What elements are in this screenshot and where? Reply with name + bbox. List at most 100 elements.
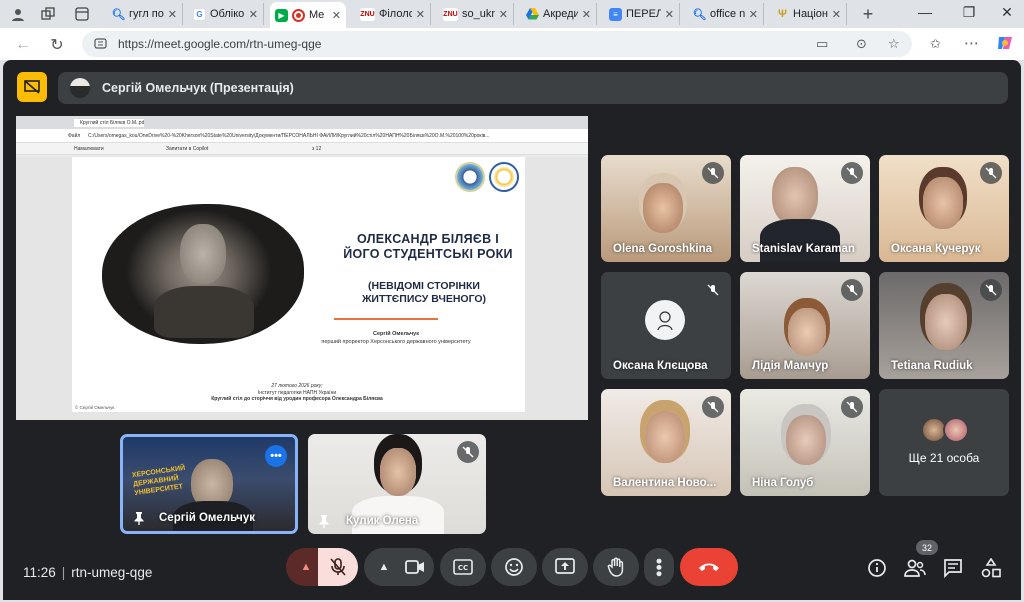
copilot-icon[interactable] xyxy=(996,34,1014,55)
close-icon[interactable]: ✕ xyxy=(249,8,258,21)
presenter-label: Сергій Омельчук (Презентація) xyxy=(102,81,294,95)
settings-more-icon[interactable]: ⋯ xyxy=(964,34,979,52)
university-banner: ХЕРСОНСЬКИЙ ДЕРЖАВНИЙ УНІВЕРСИТЕТ xyxy=(131,464,186,498)
leave-call-button[interactable] xyxy=(680,548,738,586)
present-now-button[interactable] xyxy=(542,548,588,586)
favorite-star-icon[interactable]: ☆ xyxy=(888,36,900,52)
activities-button[interactable] xyxy=(980,557,1002,579)
presenting-icon xyxy=(24,80,40,94)
close-icon[interactable]: ✕ xyxy=(416,8,425,21)
tab-list[interactable]: ≡ ПЕРЕЛІК ✕ xyxy=(604,3,680,25)
participant-tile[interactable]: Оксана Кучерук xyxy=(879,155,1009,262)
participant-name: Stanislav Karaman xyxy=(752,243,855,255)
close-icon[interactable]: ✕ xyxy=(665,8,674,21)
slide-subtitle: (НЕВІДОМІ СТОРІНКИ ЖИТТЄПИСУ ВЧЕНОГО) xyxy=(361,280,487,305)
pdf-page-count: з 12 xyxy=(312,146,322,152)
camera-in-use-icon[interactable]: ▭ xyxy=(816,36,828,52)
close-icon[interactable]: ✕ xyxy=(499,8,508,21)
avatar-drawing-icon xyxy=(657,311,673,331)
participant-tile[interactable]: Ніна Голуб xyxy=(740,389,870,496)
mic-off-icon xyxy=(841,396,863,418)
more-options-icon[interactable]: ••• xyxy=(265,445,287,467)
pdf-tab-title: Круглий стіл Біляєв О.М..pdf xyxy=(74,119,144,127)
minimize-icon[interactable]: — xyxy=(912,4,938,20)
tab-so-ukr[interactable]: ZNU so_ukr_ ✕ xyxy=(438,3,514,25)
close-window-icon[interactable]: ✕ xyxy=(994,4,1020,21)
participant-video xyxy=(380,448,416,496)
restore-icon[interactable]: ❐ xyxy=(956,4,982,21)
more-participants-label: Ще 21 особа xyxy=(908,451,980,465)
back-icon[interactable]: ← xyxy=(12,34,34,56)
url-text[interactable]: https://meet.google.com/rtn-umeg-qge xyxy=(118,37,321,51)
people-button[interactable] xyxy=(904,557,926,579)
extension-more-icon[interactable]: ⊙ xyxy=(856,36,867,52)
more-options-button[interactable]: ••• xyxy=(644,548,674,586)
tab-actions-icon[interactable] xyxy=(72,4,92,24)
captions-icon: CC xyxy=(453,559,473,575)
tab-title: so_ukr_ xyxy=(462,8,495,20)
close-icon[interactable]: ✕ xyxy=(332,9,341,22)
mic-off-icon xyxy=(980,279,1002,301)
participant-tile[interactable]: Olena Goroshkina xyxy=(601,155,731,262)
tab-office[interactable]: 🔍︎ office n ✕ xyxy=(688,3,764,25)
new-tab-icon[interactable]: + xyxy=(858,4,878,24)
tab-national[interactable]: Ψ Націона ✕ xyxy=(771,3,847,25)
site-info-icon[interactable] xyxy=(94,37,107,50)
participant-video xyxy=(643,183,683,233)
participant-tile-kulyk[interactable]: Кулик Олена xyxy=(308,434,486,534)
end-call-icon xyxy=(699,563,719,571)
pdf-toolbar: Намалювати Запитати в Copilot з 12 xyxy=(16,143,588,155)
participant-video xyxy=(788,308,826,356)
tab-accounting[interactable]: G Обліков ✕ xyxy=(188,3,264,25)
reload-icon[interactable]: ↻ xyxy=(46,34,68,56)
meet-icon: ▶ xyxy=(275,8,288,22)
tab-title: Націона xyxy=(793,8,828,20)
omnibox[interactable]: https://meet.google.com/rtn-umeg-qge ▭ ⊙… xyxy=(82,31,912,57)
tab-title: Філолог xyxy=(379,8,412,20)
more-participants-tile[interactable]: Ще 21 особа xyxy=(879,389,1009,496)
close-icon[interactable]: ✕ xyxy=(749,8,758,21)
present-screen-icon xyxy=(555,558,575,574)
close-icon[interactable]: ✕ xyxy=(582,8,591,21)
mic-off-icon xyxy=(330,558,346,576)
participant-tile[interactable]: Tetiana Rudiuk xyxy=(879,272,1009,379)
logos xyxy=(455,162,519,192)
chat-button[interactable] xyxy=(942,557,964,579)
tab-google-search[interactable]: 🔍︎ гугл пош ✕ xyxy=(107,3,183,25)
meeting-details-button[interactable] xyxy=(866,557,888,579)
meeting-time: 11:26 xyxy=(23,565,56,580)
meeting-clock: 11:26 | rtn-umeg-qge xyxy=(23,565,153,580)
tab-accreditation[interactable]: Акреди ✕ xyxy=(521,3,597,25)
university-logo xyxy=(455,162,485,192)
pin-icon[interactable] xyxy=(318,514,330,528)
pin-icon[interactable] xyxy=(133,511,145,525)
chevron-up-icon: ▲ xyxy=(300,561,312,573)
participant-tile[interactable]: Оксана Клєщова xyxy=(601,272,731,379)
workspaces-icon[interactable] xyxy=(38,4,58,24)
favorites-icon[interactable]: ✩ xyxy=(930,36,941,52)
meet-stage: Сергій Омельчук (Презентація) Круглий ст… xyxy=(3,60,1021,600)
reactions-button[interactable] xyxy=(491,548,537,586)
participant-tile[interactable]: Лідія Мамчур xyxy=(740,272,870,379)
participant-tile[interactable]: Валентина Ново... xyxy=(601,389,731,496)
participant-tile[interactable]: Stanislav Karaman xyxy=(740,155,870,262)
trident-icon: Ψ xyxy=(778,8,787,20)
mic-off-icon xyxy=(841,162,863,184)
raise-hand-button[interactable] xyxy=(593,548,639,586)
close-icon[interactable]: ✕ xyxy=(168,8,177,21)
participant-suit xyxy=(760,219,840,262)
profile-icon[interactable] xyxy=(8,4,28,24)
shared-screen[interactable]: Круглий стіл Біляєв О.М..pdf Файл C:/Use… xyxy=(16,116,588,420)
participant-tile-presenter[interactable]: ХЕРСОНСЬКИЙ ДЕРЖАВНИЙ УНІВЕРСИТЕТ ••• Се… xyxy=(120,434,298,534)
tab-meet[interactable]: ▶ Me ✕ xyxy=(270,2,346,28)
participant-name: Оксана Клєщова xyxy=(613,360,708,372)
camera-button[interactable] xyxy=(396,548,434,586)
chat-icon xyxy=(944,559,962,578)
tab-title: Обліков xyxy=(210,8,245,20)
microphone-button[interactable] xyxy=(318,548,358,586)
more-vert-icon: ••• xyxy=(649,557,669,577)
close-icon[interactable]: ✕ xyxy=(832,8,841,21)
captions-button[interactable]: CC xyxy=(440,548,486,586)
tab-philology[interactable]: ZNU Філолог ✕ xyxy=(355,3,431,25)
presentation-indicator[interactable] xyxy=(17,72,47,102)
